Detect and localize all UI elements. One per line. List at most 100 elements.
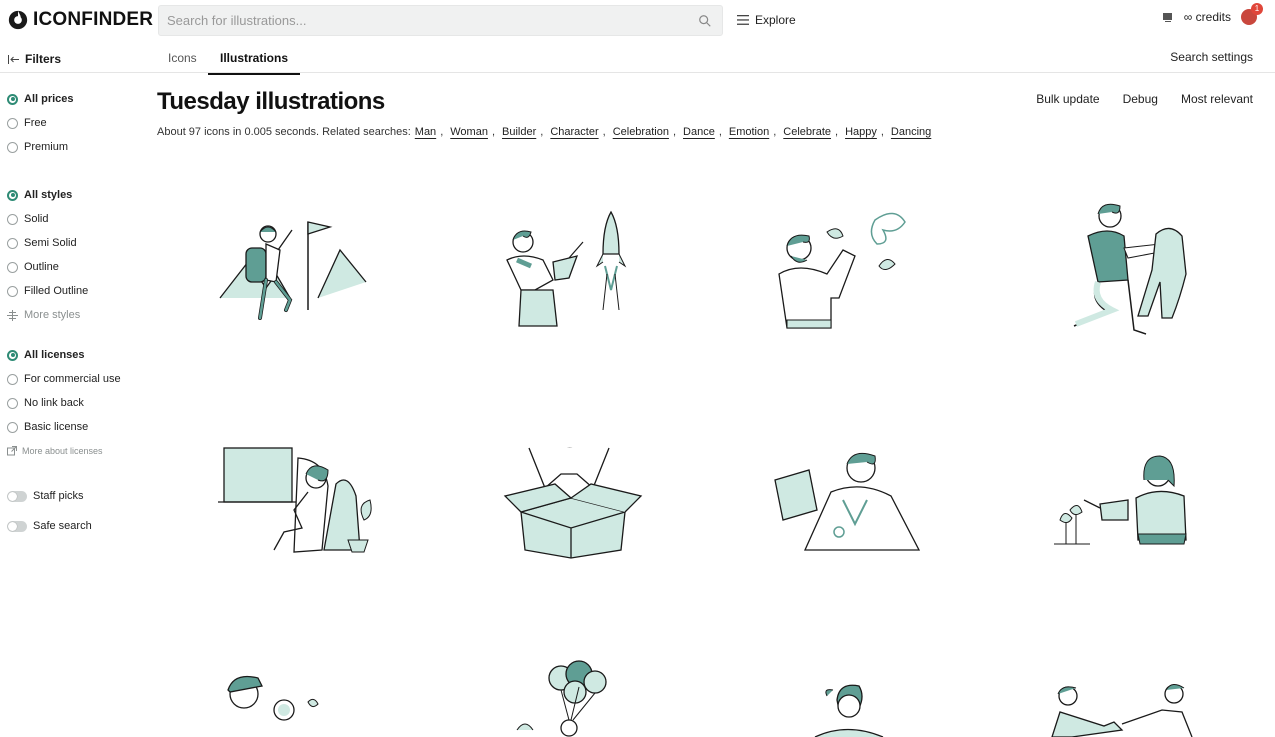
illustration-card[interactable] bbox=[178, 400, 408, 600]
more-licenses-label: More about licenses bbox=[22, 446, 103, 456]
toggle-label: Safe search bbox=[33, 520, 92, 532]
debug-button[interactable]: Debug bbox=[1123, 92, 1158, 106]
filters-toggle[interactable]: Filters bbox=[8, 52, 61, 66]
search-settings-link[interactable]: Search settings bbox=[1170, 50, 1253, 64]
filter-solid[interactable]: Solid bbox=[7, 207, 88, 231]
related-search-link[interactable]: Celebration bbox=[613, 126, 669, 138]
license-filter-group: All licenses For commercial use No link … bbox=[7, 343, 121, 463]
sort-dropdown[interactable]: Most relevant bbox=[1181, 92, 1253, 106]
filter-semi-solid[interactable]: Semi Solid bbox=[7, 231, 88, 255]
man-with-butterflies-illustration bbox=[778, 212, 906, 329]
staff-picks-toggle[interactable]: Staff picks bbox=[7, 481, 92, 511]
radio-icon bbox=[7, 261, 18, 273]
illustration-card[interactable] bbox=[735, 400, 965, 600]
filter-label: Filled Outline bbox=[24, 285, 89, 297]
top-header: ICONFINDER Explore ∞ credits 1 bbox=[0, 0, 1275, 42]
filter-commercial-use[interactable]: For commercial use bbox=[7, 367, 121, 391]
more-options-icon bbox=[7, 309, 18, 321]
filter-label: For commercial use bbox=[24, 373, 121, 385]
radio-icon bbox=[7, 141, 18, 153]
toggle-group: Staff picks Safe search bbox=[7, 481, 92, 541]
page-title: Tuesday illustrations bbox=[157, 88, 385, 115]
filter-filled-outline[interactable]: Filled Outline bbox=[7, 279, 88, 303]
user-avatar[interactable]: 1 bbox=[1241, 3, 1263, 25]
bulk-update-button[interactable]: Bulk update bbox=[1036, 92, 1099, 106]
related-search-link[interactable]: Emotion bbox=[729, 126, 769, 138]
woman-with-ponytail-illustration bbox=[814, 684, 884, 737]
radio-icon bbox=[7, 117, 18, 129]
tab-illustrations[interactable]: Illustrations bbox=[208, 51, 301, 75]
filters-label: Filters bbox=[25, 52, 62, 66]
search-icon[interactable] bbox=[698, 14, 712, 28]
search-input[interactable] bbox=[159, 6, 722, 35]
illustration-card[interactable] bbox=[457, 630, 687, 737]
iconfinder-logo[interactable]: ICONFINDER bbox=[7, 9, 153, 31]
related-search-link[interactable]: Builder bbox=[502, 126, 536, 138]
radio-icon bbox=[7, 397, 18, 409]
related-search-link[interactable]: Dance bbox=[683, 126, 715, 138]
radio-selected-icon bbox=[7, 349, 18, 361]
logo-icon bbox=[8, 10, 28, 30]
filter-no-link-back[interactable]: No link back bbox=[7, 391, 121, 415]
external-link-icon bbox=[7, 446, 17, 456]
cart-icon[interactable] bbox=[1162, 11, 1174, 23]
filter-all-prices[interactable]: All prices bbox=[7, 87, 74, 111]
toggle-label: Staff picks bbox=[33, 490, 84, 502]
filter-label: Free bbox=[24, 117, 47, 129]
filter-free[interactable]: Free bbox=[7, 111, 74, 135]
filter-label: Premium bbox=[24, 141, 69, 153]
related-search-link[interactable]: Happy bbox=[845, 126, 877, 138]
man-launching-rocket-illustration bbox=[506, 210, 627, 327]
search-bar bbox=[158, 5, 723, 36]
filter-premium[interactable]: Premium bbox=[7, 135, 74, 159]
credits-label[interactable]: ∞ credits bbox=[1184, 10, 1231, 24]
illustration-card[interactable] bbox=[457, 170, 687, 370]
filter-label: Basic license bbox=[24, 421, 89, 433]
illustration-card[interactable] bbox=[178, 630, 408, 737]
filter-all-styles[interactable]: All styles bbox=[7, 183, 88, 207]
related-search-link[interactable]: Man bbox=[415, 126, 436, 138]
filter-outline[interactable]: Outline bbox=[7, 255, 88, 279]
more-styles-link[interactable]: More styles bbox=[7, 303, 88, 327]
illustration-card[interactable] bbox=[735, 630, 965, 737]
filter-label: Outline bbox=[24, 261, 59, 273]
radio-icon bbox=[7, 213, 18, 225]
related-search-link[interactable]: Dancing bbox=[891, 126, 931, 138]
filter-all-licenses[interactable]: All licenses bbox=[7, 343, 121, 367]
toggle-switch-icon bbox=[7, 490, 27, 502]
person-jumping-out-of-box-illustration bbox=[503, 447, 643, 559]
style-filter-group: All styles Solid Semi Solid Outline Fill… bbox=[7, 183, 88, 327]
hamburger-icon bbox=[737, 15, 749, 25]
related-search-link[interactable]: Woman bbox=[450, 126, 488, 138]
safe-search-toggle[interactable]: Safe search bbox=[7, 511, 92, 541]
tab-icons[interactable]: Icons bbox=[168, 51, 197, 73]
header-user-area: ∞ credits 1 bbox=[1162, 3, 1263, 25]
related-search-link[interactable]: Character bbox=[550, 126, 598, 138]
illustration-card[interactable] bbox=[1012, 400, 1242, 600]
radio-icon bbox=[7, 373, 18, 385]
filter-basic-license[interactable]: Basic license bbox=[7, 415, 121, 439]
illustration-card[interactable] bbox=[1012, 170, 1242, 370]
two-people-handshake-illustration bbox=[1051, 684, 1193, 737]
radio-selected-icon bbox=[7, 93, 18, 105]
collapse-sidebar-icon bbox=[8, 54, 19, 64]
filter-label: All styles bbox=[24, 189, 73, 201]
results-actions: Bulk update Debug Most relevant bbox=[1036, 92, 1253, 106]
radio-icon bbox=[7, 421, 18, 433]
woman-relaxing-in-chair-illustration bbox=[218, 447, 372, 553]
filter-label: All prices bbox=[24, 93, 74, 105]
explore-label: Explore bbox=[755, 13, 796, 27]
filter-label: No link back bbox=[24, 397, 84, 409]
filters-sidebar: All prices Free Premium All styles Solid… bbox=[0, 73, 145, 737]
hiker-reaching-flag-illustration bbox=[219, 221, 367, 320]
price-filter-group: All prices Free Premium bbox=[7, 87, 74, 159]
more-about-licenses-link[interactable]: More about licenses bbox=[7, 439, 121, 463]
illustration-card[interactable] bbox=[178, 170, 408, 370]
related-search-link[interactable]: Celebrate bbox=[783, 126, 831, 138]
explore-menu[interactable]: Explore bbox=[737, 13, 796, 27]
illustration-card[interactable] bbox=[735, 170, 965, 370]
doctor-with-folder-illustration bbox=[774, 452, 921, 551]
illustration-card[interactable] bbox=[457, 400, 687, 600]
toggle-switch-icon bbox=[7, 520, 27, 532]
illustration-card[interactable] bbox=[1012, 630, 1242, 737]
